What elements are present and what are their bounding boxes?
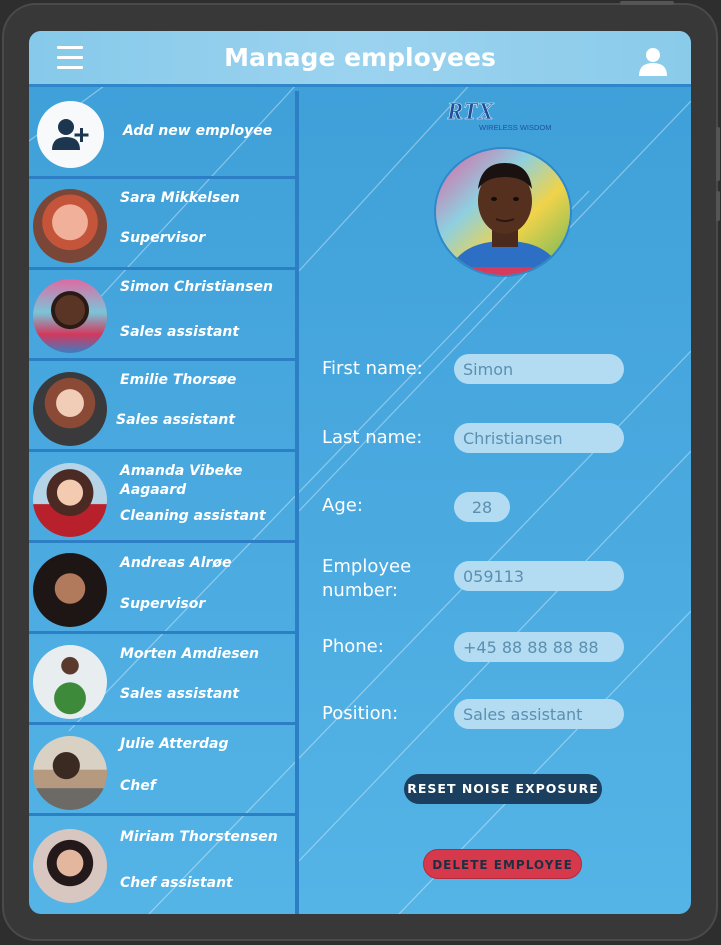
employee-avatar <box>33 372 107 446</box>
profile-photo <box>434 147 572 277</box>
employee-row[interactable]: Simon Christiansen Sales assistant <box>29 270 295 361</box>
last-name-label: Last name: <box>322 427 423 448</box>
add-employee-row[interactable]: Add new employee <box>29 87 295 179</box>
phone-field[interactable] <box>454 632 624 662</box>
delete-employee-button[interactable]: DELETE EMPLOYEE <box>423 849 582 879</box>
employee-name: Emilie Thorsøe <box>120 372 237 388</box>
page-title: Manage employees <box>224 43 496 72</box>
position-field[interactable] <box>454 699 624 729</box>
employee-position: Supervisor <box>120 596 206 612</box>
position-label: Position: <box>322 703 399 724</box>
employee-name: Simon Christiansen <box>120 279 273 295</box>
reset-noise-exposure-button[interactable]: RESET NOISE EXPOSURE <box>404 774 602 804</box>
employee-row[interactable]: Andreas Alrøe Supervisor <box>29 543 295 634</box>
employee-row[interactable]: Emilie Thorsøe Sales assistant <box>29 361 295 452</box>
employee-name: Amanda Vibeke Aagaard <box>120 463 243 498</box>
employee-avatar <box>33 736 107 810</box>
employee-name: Sara Mikkelsen <box>120 190 240 206</box>
age-label: Age: <box>322 495 363 516</box>
employee-row[interactable]: Amanda Vibeke Aagaard Cleaning assistant <box>29 452 295 543</box>
employee-avatar <box>33 645 107 719</box>
employee-name: Andreas Alrøe <box>120 555 232 571</box>
first-name-label: First name: <box>322 358 423 379</box>
power-button <box>716 191 720 221</box>
employee-list: Add new employee Sara Mikkelsen Supervis… <box>29 87 299 914</box>
volume-button <box>716 127 720 181</box>
employee-row[interactable]: Morten Amdiesen Sales assistant <box>29 634 295 725</box>
phone-label: Phone: <box>322 636 384 657</box>
employee-position: Chef <box>120 778 156 794</box>
employee-row[interactable]: Sara Mikkelsen Supervisor <box>29 179 295 270</box>
employee-row[interactable]: Julie Atterdag Chef <box>29 725 295 816</box>
employee-name: Miriam Thorstensen <box>120 829 278 845</box>
employee-position: Chef assistant <box>120 875 233 891</box>
employee-position: Cleaning assistant <box>120 508 266 524</box>
employee-avatar <box>33 553 107 627</box>
employee-name: Morten Amdiesen <box>120 646 260 662</box>
employee-position: Sales assistant <box>120 686 240 702</box>
employee-details: RTX WIRELESS WISDOM First name: Simon La… <box>299 87 691 914</box>
employee-avatar <box>33 463 107 537</box>
add-employee-label: Add new employee <box>123 123 273 139</box>
app-header: Manage employees <box>29 31 691 87</box>
employee-position: Sales assistant <box>120 324 240 340</box>
app-screen: Manage employees Add new employee Sara M… <box>29 31 691 914</box>
employee-name: Julie Atterdag <box>120 736 229 752</box>
last-name-field[interactable] <box>454 423 624 453</box>
user-account-icon[interactable] <box>637 45 669 77</box>
employee-number-label: Employee number: <box>322 556 412 601</box>
employee-avatar <box>33 279 107 353</box>
employee-position: Supervisor <box>120 230 206 246</box>
logo-brand: RTX <box>447 99 495 125</box>
employee-avatar <box>33 829 107 903</box>
employee-row[interactable]: Miriam Thorstensen Chef assistant <box>29 816 295 914</box>
age-field[interactable] <box>454 492 510 522</box>
logo-tagline: WIRELESS WISDOM <box>479 123 552 132</box>
first-name-field[interactable] <box>454 354 624 384</box>
add-user-icon[interactable] <box>37 101 104 168</box>
employee-avatar <box>33 189 107 263</box>
employee-number-field[interactable] <box>454 561 624 591</box>
rtx-logo: RTX WIRELESS WISDOM <box>447 99 552 132</box>
employee-position: Sales assistant <box>116 412 236 428</box>
